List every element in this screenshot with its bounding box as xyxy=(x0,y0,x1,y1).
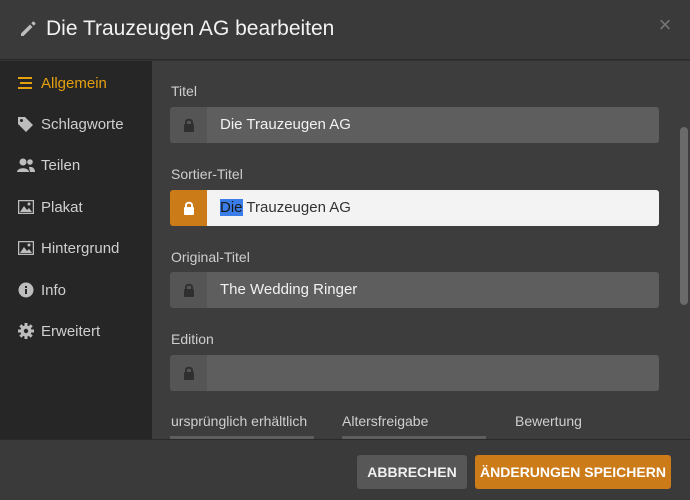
sidebar-item-label: Allgemein xyxy=(41,74,107,92)
form-panel: Titel Die Trauzeugen AG Sortier-Titel Di… xyxy=(152,61,690,439)
sidebar: Allgemein Schlagworte Teilen Plakat Hint… xyxy=(0,61,152,439)
edition-label: Edition xyxy=(171,331,214,347)
text-selection: Die xyxy=(220,199,243,216)
sidebar-item-schlagworte[interactable]: Schlagworte xyxy=(0,104,152,144)
sort-title-text: Trauzeugen AG xyxy=(242,199,351,216)
dialog-footer: ABBRECHEN ÄNDERUNGEN SPEICHERN xyxy=(0,439,690,500)
edition-field[interactable] xyxy=(170,355,659,391)
title-field[interactable]: Die Trauzeugen AG xyxy=(170,107,659,143)
lock-icon[interactable] xyxy=(170,272,207,308)
user-rating-label: Bewertung xyxy=(515,413,582,429)
sort-title-input[interactable]: Die Trauzeugen AG xyxy=(207,190,659,226)
pencil-icon xyxy=(18,19,38,39)
original-title-label: Original-Titel xyxy=(171,249,250,265)
sidebar-item-label: Teilen xyxy=(41,156,81,174)
image-icon xyxy=(17,239,35,257)
original-title-input[interactable]: The Wedding Ringer xyxy=(207,272,659,308)
title-input[interactable]: Die Trauzeugen AG xyxy=(207,107,659,143)
sort-title-field[interactable]: Die Trauzeugen AG xyxy=(170,190,659,226)
sidebar-item-hintergrund[interactable]: Hintergrund xyxy=(0,228,152,268)
sort-title-label: Sortier-Titel xyxy=(171,166,243,182)
dialog-header: Die Trauzeugen AG bearbeiten × xyxy=(0,0,690,60)
original-title-field[interactable]: The Wedding Ringer xyxy=(170,272,659,308)
content-rating-label: Altersfreigabe xyxy=(342,413,429,429)
list-icon xyxy=(17,74,35,92)
sidebar-item-teilen[interactable]: Teilen xyxy=(0,145,152,185)
sidebar-item-label: Schlagworte xyxy=(41,115,124,133)
sidebar-item-label: Info xyxy=(41,281,67,299)
save-changes-button[interactable]: ÄNDERUNGEN SPEICHERN xyxy=(475,455,671,489)
close-icon[interactable]: × xyxy=(656,14,674,36)
gear-icon xyxy=(17,322,35,340)
cancel-button[interactable]: ABBRECHEN xyxy=(357,455,467,489)
lock-icon[interactable] xyxy=(170,190,207,226)
sidebar-item-label: Erweitert xyxy=(41,322,101,340)
sidebar-item-label: Hintergrund xyxy=(41,239,120,257)
image-icon xyxy=(17,198,35,216)
info-icon xyxy=(17,281,35,299)
edit-dialog: Die Trauzeugen AG bearbeiten × Allgemein… xyxy=(0,0,690,500)
dialog-title: Die Trauzeugen AG bearbeiten xyxy=(46,17,335,40)
sidebar-item-label: Plakat xyxy=(41,198,83,216)
title-label: Titel xyxy=(171,83,197,99)
sidebar-item-plakat[interactable]: Plakat xyxy=(0,187,152,227)
sidebar-item-allgemein[interactable]: Allgemein xyxy=(0,63,152,103)
scrollbar[interactable] xyxy=(680,127,688,305)
tag-icon xyxy=(17,115,35,133)
lock-icon[interactable] xyxy=(170,107,207,143)
edition-input[interactable] xyxy=(207,355,659,391)
sidebar-item-info[interactable]: Info xyxy=(0,270,152,310)
available-label: ursprünglich erhältlich xyxy=(171,413,308,429)
users-icon xyxy=(17,156,35,174)
lock-icon[interactable] xyxy=(170,355,207,391)
sidebar-item-erweitert[interactable]: Erweitert xyxy=(0,311,152,351)
